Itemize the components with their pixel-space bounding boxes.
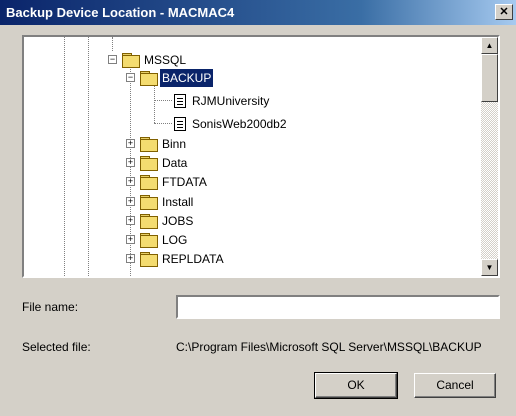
folder-icon — [140, 214, 158, 229]
tree-node-label: BACKUP — [158, 68, 215, 88]
tree-line — [154, 123, 172, 124]
expand-icon[interactable]: + — [126, 235, 135, 244]
ok-button[interactable]: OK — [314, 372, 398, 399]
scroll-up-button[interactable]: ▲ — [481, 37, 498, 54]
cancel-button[interactable]: Cancel — [414, 373, 496, 398]
folder-icon — [140, 156, 158, 171]
tree-node-label: SonisWeb200db2 — [192, 117, 287, 131]
tree-line — [88, 37, 89, 276]
expand-icon[interactable]: + — [126, 216, 135, 225]
expand-icon[interactable]: + — [126, 177, 135, 186]
document-icon — [174, 94, 186, 108]
folder-icon — [140, 252, 158, 267]
file-name-label: File name: — [22, 300, 79, 314]
open-folder-icon — [140, 71, 158, 86]
collapse-icon[interactable]: − — [126, 73, 135, 82]
tree-node-label: MSSQL — [144, 53, 187, 67]
tree-node-label: RJMUniversity — [192, 94, 270, 108]
scroll-down-button[interactable]: ▼ — [481, 259, 498, 276]
tree-line — [154, 100, 172, 101]
selected-file-label: Selected file: — [22, 340, 91, 354]
folder-icon — [140, 137, 158, 152]
tree-node-label: FTDATA — [162, 175, 207, 189]
tree-line — [130, 63, 131, 276]
collapse-icon[interactable]: − — [108, 55, 117, 64]
folder-icon — [122, 53, 140, 68]
document-icon — [174, 117, 186, 131]
folder-tree[interactable]: − MSSQL − BACKUP RJMUniversity SonisWeb2… — [22, 35, 500, 278]
folder-icon — [140, 233, 158, 248]
close-button[interactable]: ✕ — [495, 4, 513, 20]
expand-icon[interactable]: + — [126, 139, 135, 148]
expand-icon[interactable]: + — [126, 197, 135, 206]
tree-node-label: Install — [162, 195, 194, 209]
tree-node-label: REPLDATA — [162, 252, 224, 266]
tree-node-label: Data — [162, 156, 188, 170]
tree-line — [112, 37, 113, 51]
window-title: Backup Device Location - MACMAC4 — [6, 5, 235, 20]
tree-line — [154, 81, 155, 123]
title-bar: Backup Device Location - MACMAC4 ✕ — [0, 0, 516, 25]
tree-node-label: Binn — [162, 137, 187, 151]
scroll-thumb[interactable] — [481, 54, 498, 102]
file-name-input[interactable] — [176, 295, 500, 319]
expand-icon[interactable]: + — [126, 158, 135, 167]
selected-file-path: C:\Program Files\Microsoft SQL Server\MS… — [176, 340, 482, 354]
folder-icon — [140, 195, 158, 210]
tree-node-label: JOBS — [162, 214, 194, 228]
tree-line — [64, 37, 65, 276]
tree-node-label: LOG — [162, 233, 188, 247]
vertical-scrollbar[interactable]: ▲ ▼ — [481, 37, 498, 276]
folder-icon — [140, 175, 158, 190]
expand-icon[interactable]: + — [126, 254, 135, 263]
